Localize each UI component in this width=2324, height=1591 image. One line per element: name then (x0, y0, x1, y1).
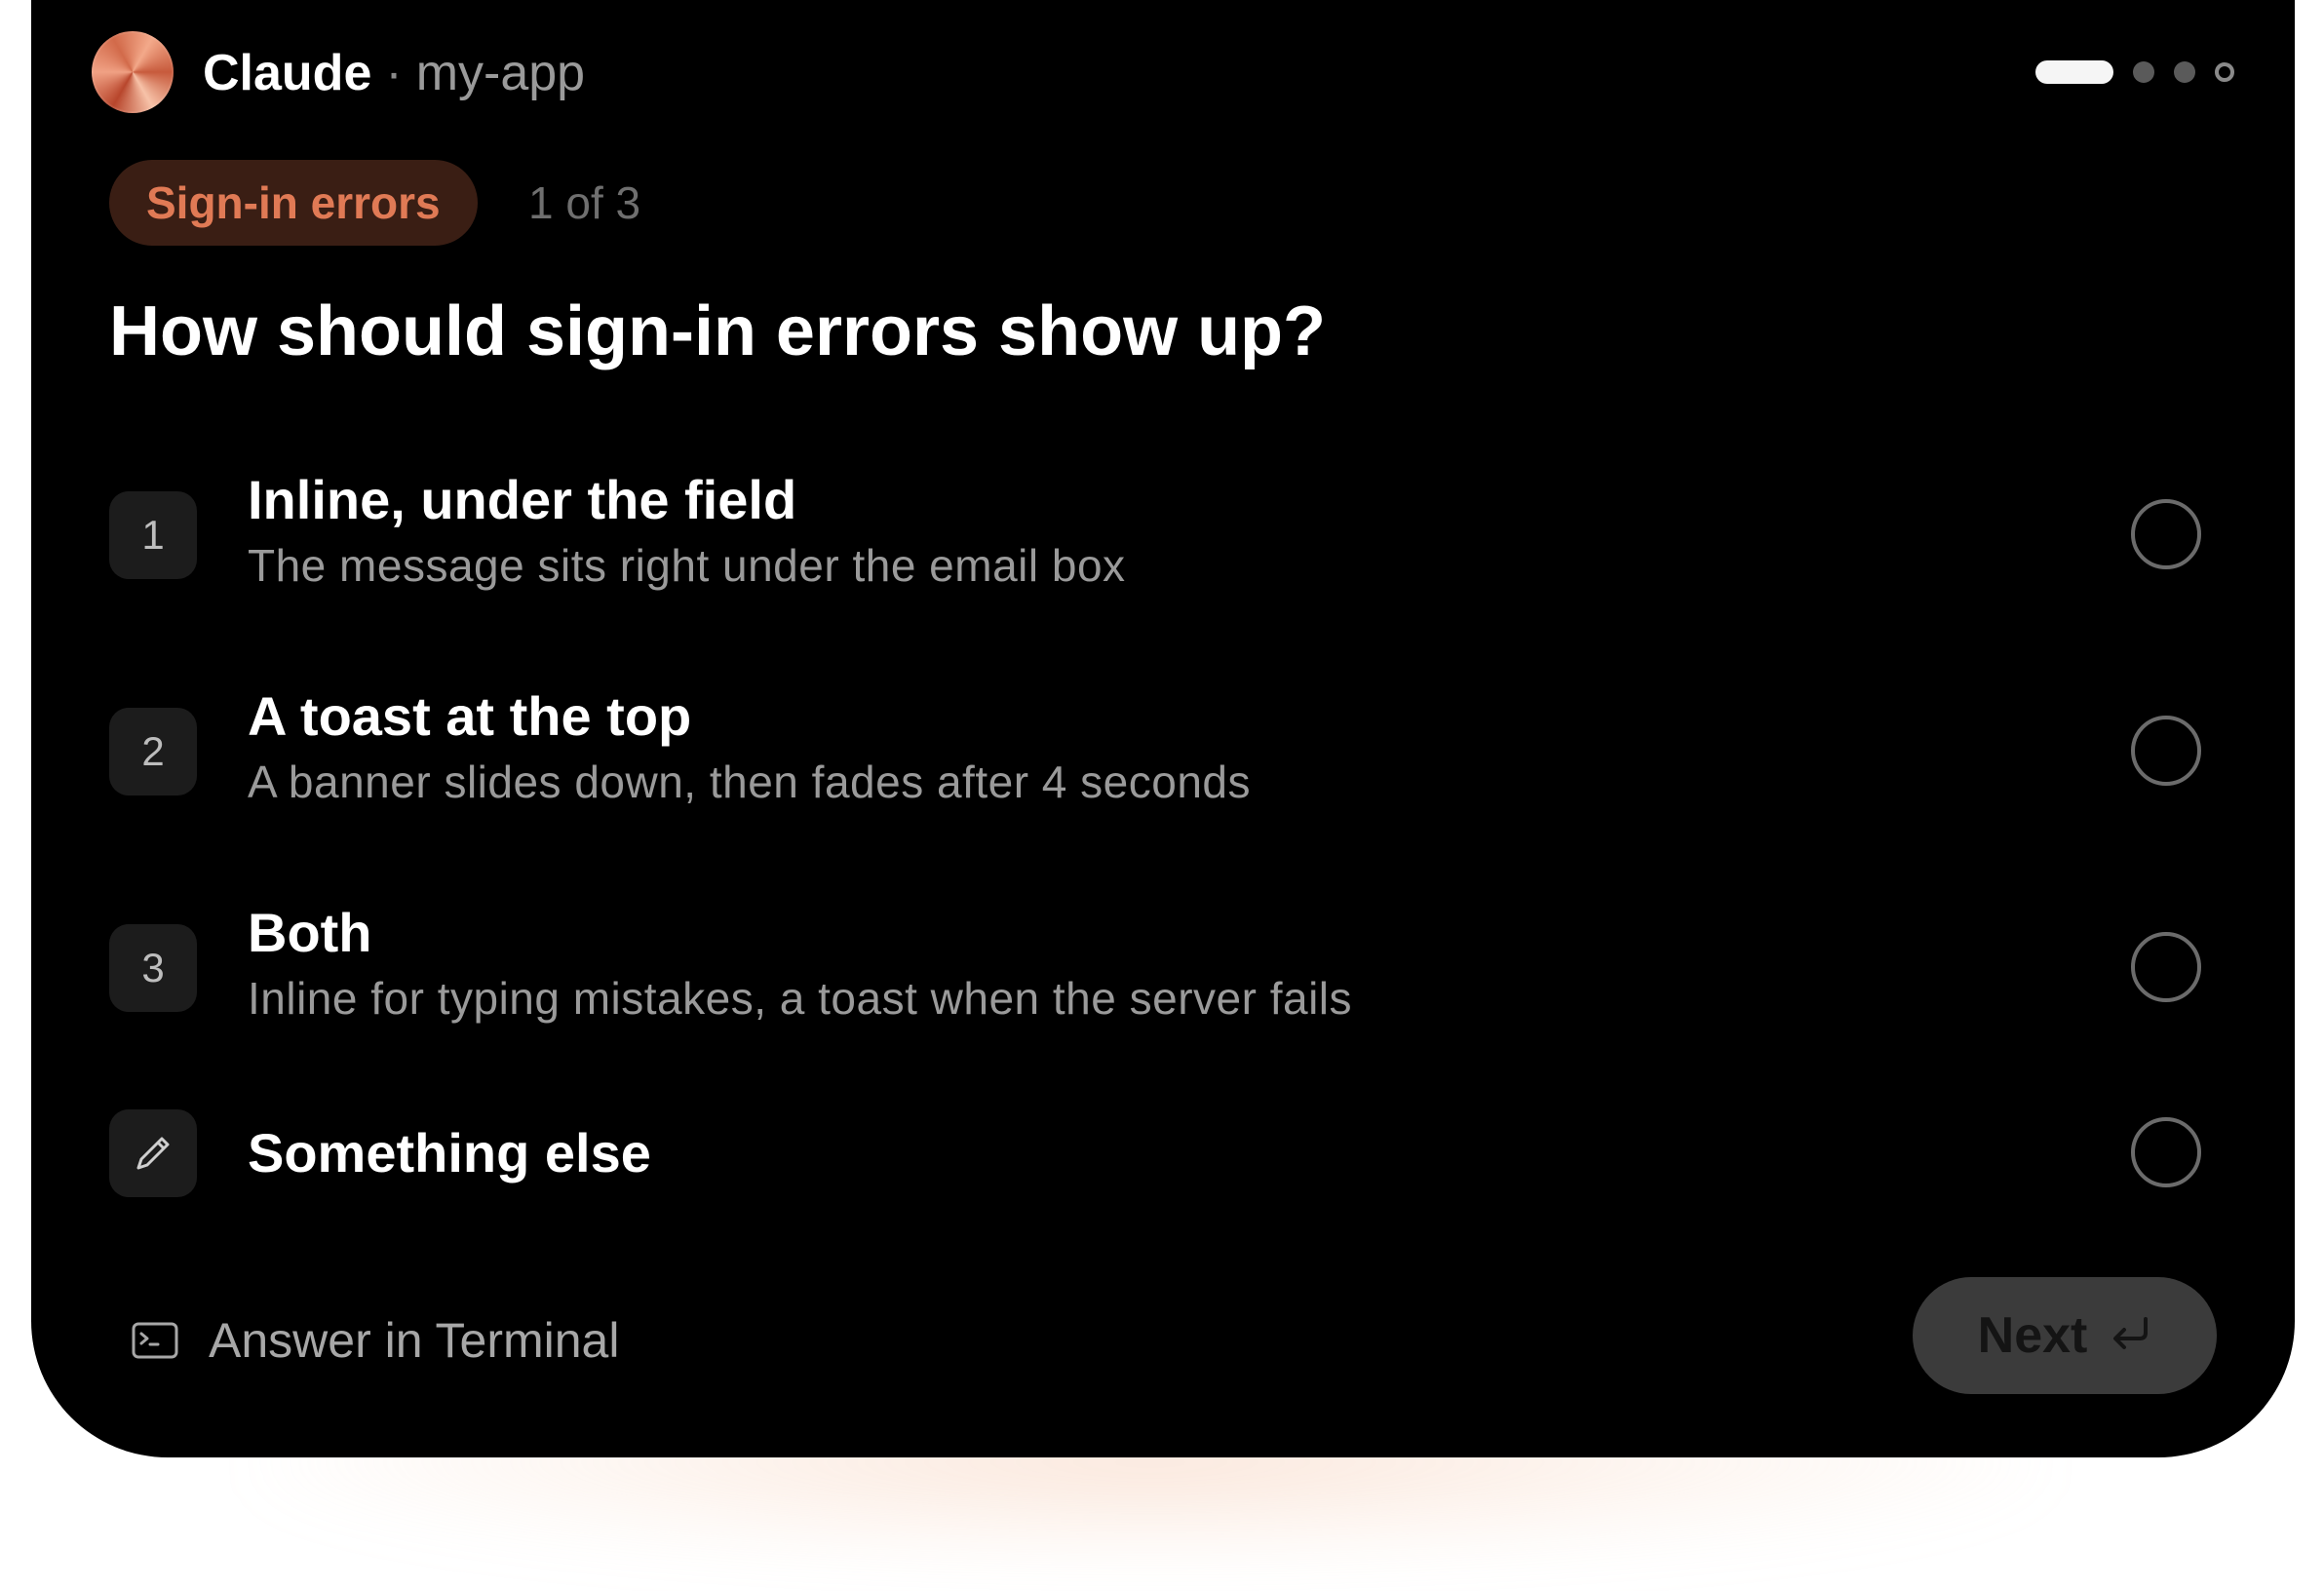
app-header: Claude · my-app (203, 39, 585, 107)
option-radio[interactable] (2131, 1117, 2201, 1187)
option-2[interactable]: 2 A toast at the top A banner slides dow… (109, 665, 2221, 840)
option-number-badge: 1 (109, 491, 197, 579)
app-name: Claude (203, 45, 372, 101)
option-icon-badge (109, 1109, 197, 1197)
return-icon (2109, 1306, 2151, 1365)
option-title: Inline, under the field (248, 469, 797, 530)
option-description: Inline for typing mistakes, a toast when… (248, 973, 1353, 1024)
question-title: How should sign-in errors show up? (109, 292, 1327, 370)
category-chip: Sign-in errors (109, 160, 478, 246)
terminal-label: Answer in Terminal (209, 1313, 620, 1368)
step-indicator (2035, 58, 2234, 86)
option-1[interactable]: 1 Inline, under the field The message si… (109, 448, 2221, 624)
option-3[interactable]: 3 Both Inline for typing mistakes, a toa… (109, 881, 2221, 1057)
question-panel: Claude · my-app Sign-in errors 1 of 3 How … (31, 0, 2295, 1457)
step-indicator-final (2215, 62, 2234, 82)
next-button[interactable]: Next (1913, 1277, 2217, 1394)
option-number-badge: 2 (109, 708, 197, 796)
option-title: A toast at the top (248, 685, 692, 747)
step-indicator-current (2035, 60, 2113, 84)
answer-in-terminal-link[interactable]: Answer in Terminal (131, 1306, 619, 1375)
option-radio[interactable] (2131, 499, 2201, 569)
option-description: The message sits right under the email b… (248, 540, 1126, 591)
project-name: my-app (415, 45, 586, 101)
option-radio[interactable] (2131, 716, 2201, 786)
option-title: Both (248, 902, 372, 963)
option-title: Something else (248, 1122, 651, 1184)
header-separator: · (385, 45, 403, 101)
claude-avatar (92, 31, 174, 113)
option-radio[interactable] (2131, 932, 2201, 1002)
option-something-else[interactable]: Something else (109, 1090, 2221, 1236)
terminal-icon (131, 1321, 179, 1360)
question-counter: 1 of 3 (528, 177, 641, 228)
step-indicator-dot (2133, 61, 2154, 83)
step-indicator-dot (2174, 61, 2195, 83)
pencil-icon (136, 1137, 170, 1170)
option-description: A banner slides down, then fades after 4… (248, 757, 1251, 807)
option-number-badge: 3 (109, 924, 197, 1012)
next-label: Next (1977, 1307, 2088, 1364)
